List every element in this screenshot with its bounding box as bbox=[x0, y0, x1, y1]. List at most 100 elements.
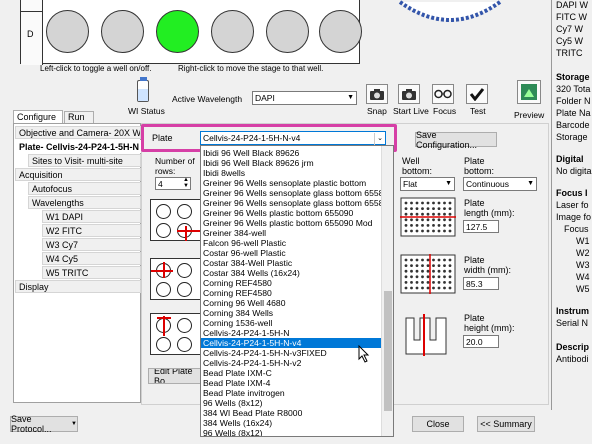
active-wavelength-select[interactable]: DAPI ▼ bbox=[252, 91, 357, 105]
tree-sites-to-visit[interactable]: Sites to Visit- multi-site bbox=[28, 154, 141, 167]
summary-button[interactable]: << Summary bbox=[477, 416, 535, 432]
summary-line: Serial N bbox=[556, 318, 589, 328]
tree-w4-cy5[interactable]: W4 Cy5 bbox=[42, 252, 141, 265]
tree-w3-cy7[interactable]: W3 Cy7 bbox=[42, 238, 141, 251]
tree-autofocus[interactable]: Autofocus bbox=[28, 182, 141, 195]
plate-option[interactable]: Bead Plate IXM-4 bbox=[201, 378, 381, 388]
plate-option[interactable]: Bead Plate invitrogen bbox=[201, 388, 381, 398]
close-button[interactable]: Close bbox=[412, 416, 464, 432]
well-d4[interactable] bbox=[211, 10, 254, 53]
plate-option[interactable]: Greiner 96 Wells plastic bottom 655090 bbox=[201, 208, 381, 218]
tab-configure[interactable]: Configure bbox=[13, 110, 63, 124]
plate-option[interactable]: Greiner 96 Wells sensoplate plastic bott… bbox=[201, 178, 381, 188]
summary-line: Barcode bbox=[556, 120, 590, 130]
plate-option[interactable]: Costar 96-well Plastic bbox=[201, 248, 381, 258]
summary-line: Instrum bbox=[556, 306, 590, 316]
summary-line: Image fo bbox=[556, 212, 592, 222]
summary-line: W2 bbox=[576, 248, 590, 258]
tree-plate[interactable]: Plate- Cellvis-24-P24-1-5H-N bbox=[15, 140, 141, 153]
plate-length-label-2: length (mm): bbox=[464, 208, 515, 218]
plate-option[interactable]: Greiner 96 Wells plastic bottom 655090 M… bbox=[201, 218, 381, 228]
plate-option[interactable]: Cellvis-24-P24-1-5H-N-v2 bbox=[201, 358, 381, 368]
plate-bottom-select[interactable]: Continuous ▼ bbox=[463, 177, 537, 191]
plate-height-label-1: Plate bbox=[464, 313, 485, 323]
plate-selected-value: Cellvis-24-P24-1-5H-N-v4 bbox=[203, 133, 301, 143]
summary-line: Focus bbox=[564, 224, 589, 234]
tab-run[interactable]: Run bbox=[64, 111, 94, 123]
plate-option[interactable]: Ibidi 96 Well Black 89626 jrm bbox=[201, 158, 381, 168]
plate-option[interactable]: Greiner 96 Wells sensoplate glass bottom… bbox=[201, 198, 381, 208]
tree-w2-fitc[interactable]: W2 FITC bbox=[42, 224, 141, 237]
tree-w1-dapi[interactable]: W1 DAPI bbox=[42, 210, 141, 223]
plate-option[interactable]: 384 WI Bead Plate R8000 bbox=[201, 408, 381, 418]
plate-option[interactable]: Ibidi 96 Well Black 89626 bbox=[201, 148, 381, 158]
well-layout-diagram-3 bbox=[150, 313, 202, 355]
plate-height-diagram bbox=[405, 314, 447, 356]
well-d3[interactable] bbox=[156, 10, 199, 53]
dropdown-scrollbar[interactable] bbox=[381, 146, 393, 436]
video-camera-icon[interactable] bbox=[398, 84, 420, 104]
plate-option[interactable]: 384 Wells (16x24) bbox=[201, 418, 381, 428]
plate-option[interactable]: Bead Plate IXM-C bbox=[201, 368, 381, 378]
plate-option[interactable]: Cellvis-24-P24-1-5H-N bbox=[201, 328, 381, 338]
well-layout-diagram-1 bbox=[150, 199, 202, 241]
plate-option[interactable]: Greiner 96 Wells sensoplate glass bottom… bbox=[201, 188, 381, 198]
plate-option[interactable]: Corning 384 Wells bbox=[201, 308, 381, 318]
wi-status-icon[interactable] bbox=[137, 77, 149, 102]
plate-option[interactable]: Costar 384-Well Plastic bbox=[201, 258, 381, 268]
rows-value: 4 bbox=[158, 179, 163, 189]
plate-height-input[interactable]: 20.0 bbox=[463, 335, 499, 348]
plate-width-diagram bbox=[400, 254, 456, 294]
summary-line: 320 Tota bbox=[556, 84, 591, 94]
plate-option[interactable]: Greiner 384-well bbox=[201, 228, 381, 238]
plate-option[interactable]: Cellvis-24-P24-1-5H-N-v3FIXED bbox=[201, 348, 381, 358]
rows-label-2: rows: bbox=[155, 166, 176, 176]
camera-icon[interactable] bbox=[366, 84, 388, 104]
save-protocol-button[interactable]: Save Protocol... ▼ bbox=[10, 414, 78, 434]
summary-line: Antibodi bbox=[556, 354, 589, 364]
edit-plate-button[interactable]: Edit Plate Bo bbox=[148, 368, 202, 384]
focus-icon[interactable] bbox=[432, 84, 454, 104]
plate-option[interactable]: Corning REF4580 bbox=[201, 278, 381, 288]
plate-dropdown-list[interactable]: Ibidi 96 Well Black 89626 Ibidi 96 Well B… bbox=[200, 145, 394, 437]
plate-width-input[interactable]: 85.3 bbox=[463, 277, 499, 290]
right-click-hint: Right-click to move the stage to that we… bbox=[178, 64, 324, 73]
plate-select[interactable]: Cellvis-24-P24-1-5H-N-v4 ⌄ bbox=[200, 131, 386, 145]
plate-option[interactable]: 96 Wells (8x12) bbox=[201, 398, 381, 408]
preview-icon[interactable] bbox=[517, 80, 541, 104]
plate-bottom-value: Continuous bbox=[466, 179, 510, 189]
well-d5[interactable] bbox=[266, 10, 309, 53]
summary-line: Descrip bbox=[556, 342, 590, 352]
checkmark-icon[interactable] bbox=[466, 84, 488, 104]
plate-length-input[interactable]: 127.5 bbox=[463, 220, 499, 233]
rows-stepper[interactable]: 4 ▲ ▼ bbox=[155, 177, 191, 190]
well-d6[interactable] bbox=[319, 10, 362, 53]
plate-option[interactable]: Corning 96 Well 4680 bbox=[201, 298, 381, 308]
active-wavelength-value: DAPI bbox=[255, 93, 275, 103]
plate-option[interactable]: Ibidi 8wells bbox=[201, 168, 381, 178]
well-bottom-select[interactable]: Flat ▼ bbox=[400, 177, 455, 191]
plate-option[interactable]: Corning REF4580 bbox=[201, 288, 381, 298]
summary-line: TRITC bbox=[556, 48, 583, 58]
plate-option[interactable]: 96 Wells (8x12) bbox=[201, 428, 381, 436]
tree-w5-tritc[interactable]: W5 TRITC bbox=[42, 266, 141, 279]
summary-line: FITC W bbox=[556, 12, 587, 22]
save-configuration-button[interactable]: Save Configuration... bbox=[415, 130, 497, 150]
tree-acquisition[interactable]: Acquisition bbox=[15, 168, 141, 181]
configuration-tree: Objective and Camera- 20X Wa Plate- Cell… bbox=[13, 123, 141, 403]
test-label: Test bbox=[470, 106, 486, 116]
scrollbar-thumb[interactable] bbox=[384, 291, 392, 411]
stage-overview bbox=[398, 0, 502, 22]
plate-dropdown-items: Ibidi 96 Well Black 89626 Ibidi 96 Well B… bbox=[201, 148, 381, 436]
tree-wavelengths[interactable]: Wavelengths bbox=[28, 196, 141, 209]
summary-panel-divider bbox=[551, 0, 552, 410]
tree-objective-camera[interactable]: Objective and Camera- 20X Wa bbox=[15, 126, 141, 139]
plate-option[interactable]: Corning 1536-well bbox=[201, 318, 381, 328]
well-d1[interactable] bbox=[46, 10, 89, 53]
plate-option[interactable]: Costar 384 Wells (16x24) bbox=[201, 268, 381, 278]
tree-display[interactable]: Display bbox=[15, 280, 141, 293]
well-d2[interactable] bbox=[101, 10, 144, 53]
preview-label: Preview bbox=[514, 110, 545, 120]
plate-option[interactable]: Cellvis-24-P24-1-5H-N-v4 bbox=[201, 338, 381, 348]
plate-option[interactable]: Falcon 96-well Plastic bbox=[201, 238, 381, 248]
